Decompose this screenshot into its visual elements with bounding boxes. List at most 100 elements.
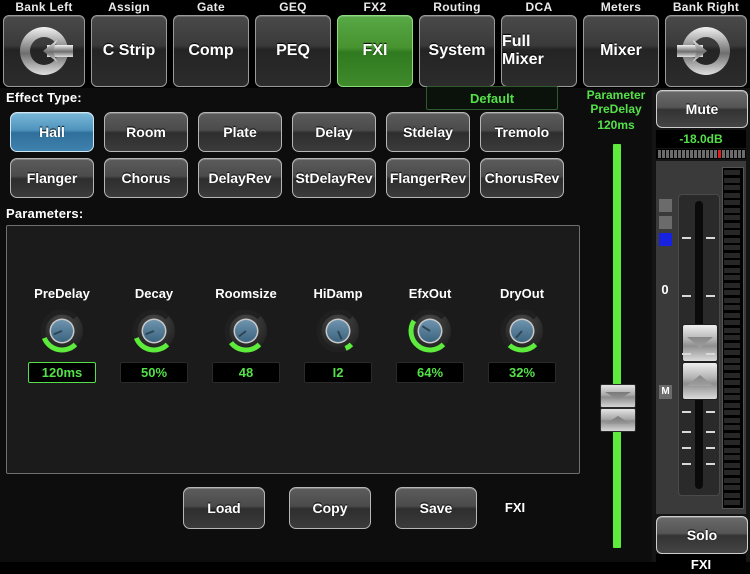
effect-type-label-text: Delay: [315, 124, 353, 140]
effect-type-hall[interactable]: Hall: [10, 112, 94, 152]
knob-dial[interactable]: [407, 308, 453, 354]
fader-knob-upper[interactable]: [682, 324, 718, 362]
mute-button[interactable]: Mute: [656, 90, 748, 128]
parameter-slider-title: Parameter: [586, 88, 646, 102]
scale-indicator[interactable]: [659, 233, 672, 246]
meter-segment: [724, 215, 740, 220]
knob-dial[interactable]: [131, 308, 177, 354]
nav-label: Assign: [108, 0, 150, 14]
bank-left-arrow-icon: [20, 27, 73, 75]
meter-segment: [724, 245, 740, 250]
fader-slot[interactable]: [678, 194, 720, 496]
solo-button[interactable]: Solo: [656, 516, 748, 554]
fader-area: 0M: [656, 161, 746, 514]
meter-segment: [724, 275, 740, 280]
effect-type-flanger[interactable]: Flanger: [10, 158, 94, 198]
pan-position-bar[interactable]: [656, 149, 746, 159]
nav-button-full-mixer[interactable]: Full Mixer: [501, 15, 577, 87]
effect-type-tremolo[interactable]: Tremolo: [480, 112, 564, 152]
meter-segment: [724, 477, 740, 483]
load-button[interactable]: Load: [183, 487, 265, 529]
fader-knob-lower[interactable]: [682, 362, 718, 400]
knob-value-text: I2: [332, 365, 344, 380]
action-button-label: Copy: [312, 500, 348, 516]
pan-tick: [670, 150, 673, 158]
knob-efxout[interactable]: EfxOut 64%: [387, 286, 473, 383]
nav-button-bank-left-arrow[interactable]: [3, 15, 85, 87]
pan-tick: [742, 150, 745, 158]
fader-tick: [682, 353, 691, 355]
pan-tick: [730, 150, 733, 158]
knob-hidamp[interactable]: HiDamp I2: [295, 286, 381, 383]
effect-type-plate[interactable]: Plate: [198, 112, 282, 152]
fader-scale-column: 0M: [656, 161, 674, 514]
nav-button-mixer[interactable]: Mixer: [583, 15, 659, 87]
effect-type-chorus[interactable]: Chorus: [104, 158, 188, 198]
bank-right-arrow-icon: [677, 27, 730, 75]
knob-roomsize[interactable]: Roomsize 48: [203, 286, 289, 383]
level-meter: [722, 167, 744, 509]
effect-type-label-text: FlangerRev: [389, 170, 467, 186]
effect-type-delayrev[interactable]: DelayRev: [198, 158, 282, 198]
pan-tick: [722, 150, 725, 158]
knob-decay[interactable]: Decay 50%: [111, 286, 197, 383]
meter-segment: [724, 252, 740, 258]
scale-indicator[interactable]: [659, 216, 672, 229]
pan-tick: [738, 150, 741, 158]
meter-segment: [724, 372, 740, 378]
knob-value-field[interactable]: 120ms: [28, 362, 96, 383]
nav-button-fxi[interactable]: FXI: [337, 15, 413, 87]
nav-button-system[interactable]: System: [419, 15, 495, 87]
meter-segment: [724, 357, 740, 363]
meter-segment: [724, 500, 740, 505]
pan-tick: [714, 150, 717, 158]
nav-cell-gate: Gate Comp: [170, 0, 252, 88]
save-button[interactable]: Save: [395, 487, 477, 529]
copy-button[interactable]: Copy: [289, 487, 371, 529]
effect-type-chorusrev[interactable]: ChorusRev: [480, 158, 564, 198]
nav-button-c-strip[interactable]: C Strip: [91, 15, 167, 87]
effect-type-delay[interactable]: Delay: [292, 112, 376, 152]
meter-segment: [724, 350, 740, 355]
fader-tick: [682, 463, 691, 465]
knob-dial[interactable]: [223, 308, 269, 354]
mute-indicator[interactable]: M: [659, 385, 672, 399]
fader-tick: [706, 411, 715, 413]
knob-dryout[interactable]: DryOut 32%: [479, 286, 565, 383]
parameter-slider-handle-upper[interactable]: [600, 384, 636, 408]
scale-indicator[interactable]: [659, 199, 672, 212]
knob-dial[interactable]: [315, 308, 361, 354]
effect-type-label-text: Chorus: [121, 170, 171, 186]
knob-predelay[interactable]: PreDelay 120ms: [19, 286, 105, 383]
preset-readout[interactable]: Default: [426, 86, 558, 110]
pan-tick: [690, 150, 693, 158]
effect-type-room[interactable]: Room: [104, 112, 188, 152]
knob-graphic: [500, 309, 543, 353]
effect-type-stdelay[interactable]: Stdelay: [386, 112, 470, 152]
meter-segment: [724, 327, 740, 333]
knob-value-field[interactable]: 50%: [120, 362, 188, 383]
preset-value: Default: [469, 90, 515, 106]
knob-value-field[interactable]: 64%: [396, 362, 464, 383]
nav-button-bank-right-arrow[interactable]: [665, 15, 747, 87]
fader-tick: [706, 431, 715, 433]
nav-button-comp[interactable]: Comp: [173, 15, 249, 87]
knob-value-field[interactable]: I2: [304, 362, 372, 383]
knob-dial[interactable]: [39, 308, 85, 354]
parameters-panel: PreDelay 120ms Decay 50% Roomsize 48 HiDamp I2 E…: [6, 225, 580, 474]
parameter-slider-handle-lower[interactable]: [600, 408, 636, 432]
effect-type-flangerrev[interactable]: FlangerRev: [386, 158, 470, 198]
meter-segment: [724, 455, 740, 460]
knob-value-field[interactable]: 32%: [488, 362, 556, 383]
knob-dial[interactable]: [499, 308, 545, 354]
meter-segment: [724, 395, 740, 400]
parameter-slider-track[interactable]: [613, 144, 621, 548]
parameter-slider[interactable]: Parameter PreDelay 120ms: [583, 88, 649, 562]
knob-value-field[interactable]: 48: [212, 362, 280, 383]
effect-type-stdelayrev[interactable]: StDelayRev: [292, 158, 376, 198]
nav-button-peq[interactable]: PEQ: [255, 15, 331, 87]
meter-segment: [724, 485, 740, 490]
knob-value-text: 50%: [140, 365, 168, 380]
nav-cell-meters: Meters Mixer: [580, 0, 662, 88]
meter-segment: [724, 260, 740, 265]
